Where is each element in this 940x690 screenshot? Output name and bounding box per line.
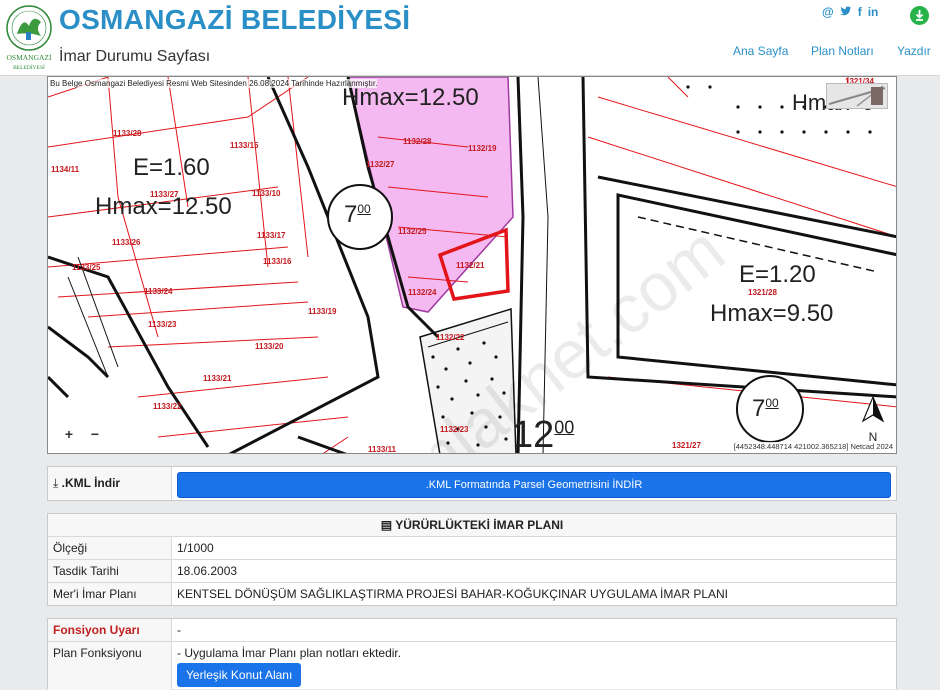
table-row: Plan Fonksiyonu - Uygulama İmar Planı pl… (48, 642, 896, 690)
row-value: KENTSEL DÖNÜŞÜM SAĞLIKLAŞTIRMA PROJESİ B… (177, 587, 729, 601)
function-cell: - Uygulama İmar Planı plan notları ekted… (172, 642, 896, 690)
parcel-label: 1132/23 (440, 425, 469, 434)
map-coordinates: [4452348.448714 421002.365218] Netcad 20… (733, 442, 893, 451)
warning-label: Fonsiyon Uyarı (48, 619, 172, 641)
parcel-label: 1133/27 (150, 190, 179, 199)
parcel-label: 1133/10 (252, 189, 281, 198)
warning-value: - (177, 623, 181, 637)
kml-panel: ⤓ .KML İndir .KML Formatında Parsel Geom… (47, 466, 897, 501)
twitter-icon[interactable] (840, 5, 852, 20)
facebook-icon[interactable]: f (858, 5, 862, 20)
parcel-label: 1133/15 (230, 141, 259, 150)
parcel-label: 1321/27 (672, 441, 701, 450)
parcel-label: 1133/25 (72, 263, 101, 272)
map-thumbnail[interactable] (826, 83, 888, 109)
parcel-label: 1134/11 (51, 165, 80, 174)
parcel-label: 1132/24 (408, 288, 437, 297)
parcel-label: 1133/11 (368, 445, 397, 454)
parcel-label: 1133/24 (144, 287, 173, 296)
zoom-in-button[interactable]: + (56, 423, 82, 445)
parcel-label: 1133/20 (255, 342, 284, 351)
svg-text:BELEDİYESİ: BELEDİYESİ (13, 64, 45, 71)
parcel-label: 1133/19 (308, 307, 337, 316)
municipality-logo[interactable]: OSMANGAZİ BELEDİYESİ (3, 4, 55, 74)
parcel-label: 1133/23 (148, 320, 177, 329)
parcel-label: 1133/26 (112, 238, 141, 247)
row-value: 18.06.2003 (177, 564, 238, 578)
north-arrow-icon (861, 395, 885, 423)
north-arrow: N (858, 395, 888, 444)
linkedin-icon[interactable]: in (868, 5, 879, 20)
parcel-label: 1132/27 (366, 160, 395, 169)
at-icon[interactable]: @ (822, 5, 834, 20)
nav-home[interactable]: Ana Sayfa (733, 44, 788, 58)
function-value: - Uygulama İmar Planı plan notları ekted… (177, 646, 402, 660)
row-label: Tasdik Tarihi (48, 560, 172, 582)
parcel-label: 1132/28 (403, 137, 432, 146)
download-icon: ⤓ (53, 476, 59, 490)
parcel-label: 1133/21 (203, 374, 232, 383)
kml-label: .KML İndir (61, 476, 121, 490)
zoom-out-button[interactable]: − (82, 423, 108, 445)
label-12: 1200 (512, 414, 575, 454)
table-row: Mer'i İmar Planı KENTSEL DÖNÜŞÜM SAĞLIKL… (48, 583, 896, 605)
row-label: Ölçeği (48, 537, 172, 559)
function-chip-button[interactable]: Yerleşik Konut Alanı (177, 663, 302, 687)
parcel-label: 1132/19 (468, 144, 497, 153)
parcel-label: 1133/22 (153, 402, 182, 411)
label-7-left: 700 (344, 201, 371, 228)
zoom-controls: + − (56, 423, 108, 445)
plan-heading: ▤ YÜRÜRLÜKTEKİ İMAR PLANI (48, 514, 896, 537)
list-icon: ▤ (380, 518, 393, 532)
parcel-label: 1132/22 (436, 333, 465, 342)
label-hmax-top: Hmax=12.50 (342, 84, 479, 111)
map-disclaimer: Bu Belge Osmangazi Belediyesi Resmi Web … (50, 79, 378, 88)
parcel-label: 1132/25 (398, 227, 427, 236)
nav-print[interactable]: Yazdır (897, 44, 931, 58)
page-title: OSMANGAZİ BELEDİYESİ (59, 4, 411, 35)
parcel-label: 1133/16 (263, 257, 292, 266)
parcel-label: 1132/21 (456, 261, 485, 270)
plan-heading-text: YÜRÜRLÜKTEKİ İMAR PLANI (395, 518, 564, 532)
row-label: Mer'i İmar Planı (48, 583, 172, 605)
parcel-label: 1133/17 (257, 231, 286, 240)
table-row: Tasdik Tarihi 18.06.2003 (48, 560, 896, 583)
label-e120: E=1.20 (739, 261, 816, 288)
label-7-right: 700 (752, 395, 779, 422)
row-value: 1/1000 (177, 541, 214, 555)
label-hmax950: Hmax=9.50 (710, 300, 834, 327)
parcel-label: 1133/28 (113, 129, 142, 138)
nav-plan-notes[interactable]: Plan Notları (811, 44, 874, 58)
download-icon[interactable] (910, 6, 929, 25)
label-e160: E=1.60 (133, 154, 210, 181)
kml-download-button[interactable]: .KML Formatında Parsel Geometrisini İNDİ… (177, 472, 891, 498)
plan-panel: ▤ YÜRÜRLÜKTEKİ İMAR PLANI Ölçeği 1/1000 … (47, 513, 897, 606)
table-row: Ölçeği 1/1000 (48, 537, 896, 560)
table-row: Fonsiyon Uyarı - (48, 619, 896, 642)
kml-label-cell: ⤓ .KML İndir (48, 467, 172, 500)
social-links: @ f in (822, 5, 878, 20)
page-subtitle: İmar Durumu Sayfası (59, 48, 211, 65)
svg-text:OSMANGAZİ: OSMANGAZİ (7, 53, 53, 62)
function-label: Plan Fonksiyonu (48, 642, 172, 690)
zoning-map[interactable]: emlaknet.com Bu Belge Osmangazi Belediye… (47, 76, 897, 454)
function-panel: Fonsiyon Uyarı - Plan Fonksiyonu - Uygul… (47, 618, 897, 690)
page-header: OSMANGAZİ BELEDİYESİ OSMANGAZİ BELEDİYES… (0, 0, 940, 76)
parcel-label: 1321/28 (748, 288, 777, 297)
